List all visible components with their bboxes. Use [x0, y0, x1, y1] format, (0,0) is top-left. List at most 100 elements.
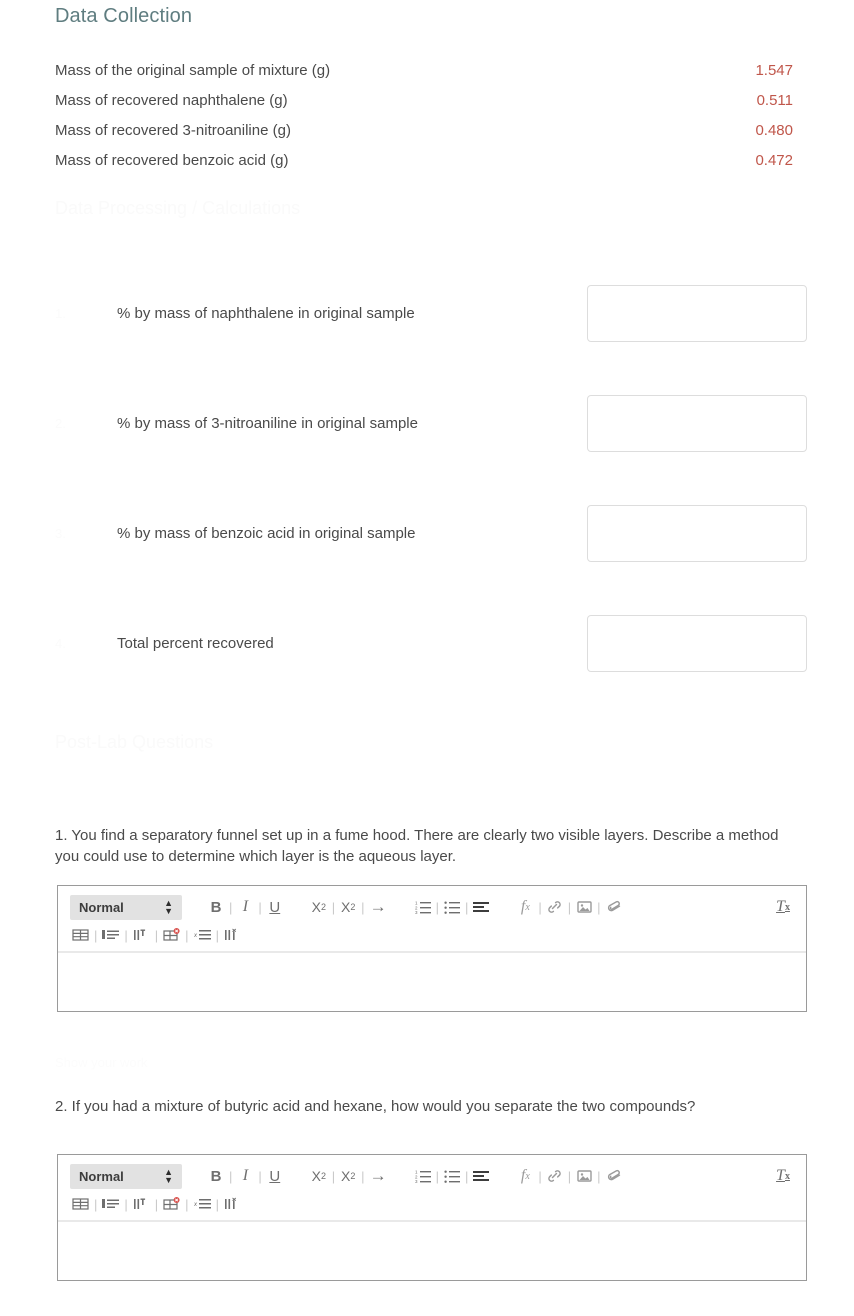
- merge-cells-icon[interactable]: x: [192, 924, 213, 946]
- svg-text:x: x: [194, 1202, 198, 1208]
- toolbar-divider: |: [435, 899, 439, 915]
- image-icon[interactable]: [574, 1165, 594, 1187]
- toolbar-divider: |: [361, 899, 365, 915]
- clear-formatting-button[interactable]: Tx: [774, 1165, 794, 1187]
- formula-button[interactable]: fx: [515, 1165, 535, 1187]
- delete-table-icon[interactable]: [161, 924, 182, 946]
- formula-button[interactable]: fx: [515, 896, 535, 918]
- subscript-index: 2: [320, 902, 326, 912]
- calculation-row: 4. Total percent recovered: [55, 583, 807, 703]
- unordered-list-icon[interactable]: [442, 1165, 462, 1187]
- questions-heading-faint: Post-Lab Questions: [55, 732, 214, 752]
- toolbar-divider: |: [258, 899, 262, 915]
- toolbar-divider: |: [94, 1196, 98, 1212]
- insert-row-icon[interactable]: [100, 924, 121, 946]
- nitroaniline-percent-input[interactable]: [587, 394, 807, 452]
- note-between-faint: Show your work: [55, 1055, 148, 1070]
- italic-button[interactable]: I: [235, 896, 255, 918]
- editor-toolbar: Normal ▲ ▼ B | I | U X2 | X2 | → 123 | |…: [58, 1155, 806, 1222]
- superscript-index: 2: [350, 902, 356, 912]
- toolbar-divider: |: [567, 1168, 572, 1184]
- superscript-index: 2: [350, 1171, 356, 1181]
- data-label: Mass of recovered naphthalene (g): [55, 92, 288, 109]
- data-value: 1.547: [755, 62, 793, 79]
- italic-button[interactable]: I: [235, 1165, 255, 1187]
- table-row: Mass of recovered benzoic acid (g) 0.472: [55, 150, 793, 180]
- toolbar-divider: |: [361, 1168, 365, 1184]
- table-row: Mass of recovered naphthalene (g) 0.511: [55, 90, 793, 120]
- calculation-row: 1. % by mass of naphthalene in original …: [55, 253, 807, 373]
- formula-index: x: [525, 901, 530, 913]
- table-row: Mass of the original sample of mixture (…: [55, 60, 793, 90]
- data-value: 0.511: [756, 92, 793, 109]
- table-row: Mass of recovered 3-nitroaniline (g) 0.4…: [55, 120, 793, 150]
- insert-arrow-button[interactable]: →: [368, 896, 389, 918]
- delete-table-icon[interactable]: [161, 1193, 182, 1215]
- clear-format-index: x: [784, 1170, 790, 1182]
- toolbar-divider: |: [185, 1196, 189, 1212]
- answer-editor-2: Normal ▲ ▼ B | I | U X2 | X2 | → 123 | |…: [57, 1154, 807, 1281]
- calculation-label: % by mass of 3-nitroaniline in original …: [117, 414, 418, 432]
- link-icon[interactable]: [545, 896, 565, 918]
- attachment-icon[interactable]: [604, 1165, 625, 1187]
- toolbar-row-primary: Normal ▲ ▼ B | I | U X2 | X2 | → 123 | |…: [70, 1163, 794, 1189]
- toolbar-divider: |: [597, 899, 601, 915]
- svg-text:3: 3: [415, 1179, 418, 1183]
- insert-row-icon[interactable]: [100, 1193, 121, 1215]
- data-label: Mass of the original sample of mixture (…: [55, 62, 331, 79]
- calculation-row: 2. % by mass of 3-nitroaniline in origin…: [55, 363, 807, 483]
- ordered-list-icon[interactable]: 123: [413, 896, 433, 918]
- calculation-number-faint: 1.: [55, 305, 66, 321]
- answer-input-1[interactable]: [58, 953, 806, 1011]
- formula-index: x: [525, 1170, 530, 1182]
- answer-input-2[interactable]: [58, 1222, 806, 1280]
- underline-button[interactable]: U: [265, 1165, 285, 1187]
- superscript-button[interactable]: X2: [338, 896, 358, 918]
- image-icon[interactable]: [574, 896, 594, 918]
- delete-column-icon[interactable]: [222, 924, 243, 946]
- subscript-button[interactable]: X2: [309, 896, 329, 918]
- benzoic-acid-percent-input[interactable]: [587, 504, 807, 562]
- svg-text:3: 3: [415, 910, 418, 914]
- chevron-updown-icon: ▲ ▼: [164, 898, 173, 916]
- paragraph-style-select[interactable]: Normal ▲ ▼: [70, 1163, 182, 1189]
- calculation-label: % by mass of naphthalene in original sam…: [117, 304, 415, 322]
- toolbar-divider: |: [538, 899, 542, 915]
- question-1-text: 1. You find a separatory funnel set up i…: [55, 827, 779, 865]
- merge-cells-icon[interactable]: x: [192, 1193, 213, 1215]
- clear-formatting-button[interactable]: Tx: [774, 896, 794, 918]
- calculation-label: Total percent recovered: [117, 634, 274, 652]
- bold-button[interactable]: B: [206, 896, 226, 918]
- bold-button[interactable]: B: [206, 1165, 226, 1187]
- align-icon[interactable]: [471, 896, 491, 918]
- paragraph-style-select[interactable]: Normal ▲ ▼: [70, 894, 182, 920]
- toolbar-divider: |: [435, 1168, 439, 1184]
- insert-arrow-button[interactable]: →: [368, 1165, 389, 1187]
- align-icon[interactable]: [471, 1165, 491, 1187]
- paragraph-style-label: Normal: [79, 899, 124, 915]
- toolbar-divider: |: [464, 1168, 469, 1184]
- subscript-button[interactable]: X2: [309, 1165, 329, 1187]
- editor-toolbar: Normal ▲ ▼ B | I | U X2 | X2 | → 123 | |…: [58, 886, 806, 953]
- insert-column-icon[interactable]: [131, 1193, 152, 1215]
- toolbar-divider: |: [538, 1168, 542, 1184]
- attachment-icon[interactable]: [604, 896, 625, 918]
- page-title: Data Collection: [55, 5, 193, 27]
- unordered-list-icon[interactable]: [442, 896, 462, 918]
- question-2-text: 2. If you had a mixture of butyric acid …: [55, 1098, 696, 1115]
- toolbar-divider: |: [124, 1196, 128, 1212]
- link-icon[interactable]: [545, 1165, 565, 1187]
- underline-button[interactable]: U: [265, 896, 285, 918]
- superscript-button[interactable]: X2: [338, 1165, 358, 1187]
- insert-table-icon[interactable]: [70, 1193, 91, 1215]
- naphthalene-percent-input[interactable]: [587, 284, 807, 342]
- calculation-label: % by mass of benzoic acid in original sa…: [117, 524, 416, 542]
- insert-column-icon[interactable]: [131, 924, 152, 946]
- calculation-number-faint: 4.: [55, 635, 66, 651]
- total-percent-recovered-input[interactable]: [587, 614, 807, 672]
- ordered-list-icon[interactable]: 123: [413, 1165, 433, 1187]
- toolbar-divider: |: [185, 927, 189, 943]
- insert-table-icon[interactable]: [70, 924, 91, 946]
- delete-column-icon[interactable]: [222, 1193, 243, 1215]
- toolbar-divider: |: [215, 1196, 219, 1212]
